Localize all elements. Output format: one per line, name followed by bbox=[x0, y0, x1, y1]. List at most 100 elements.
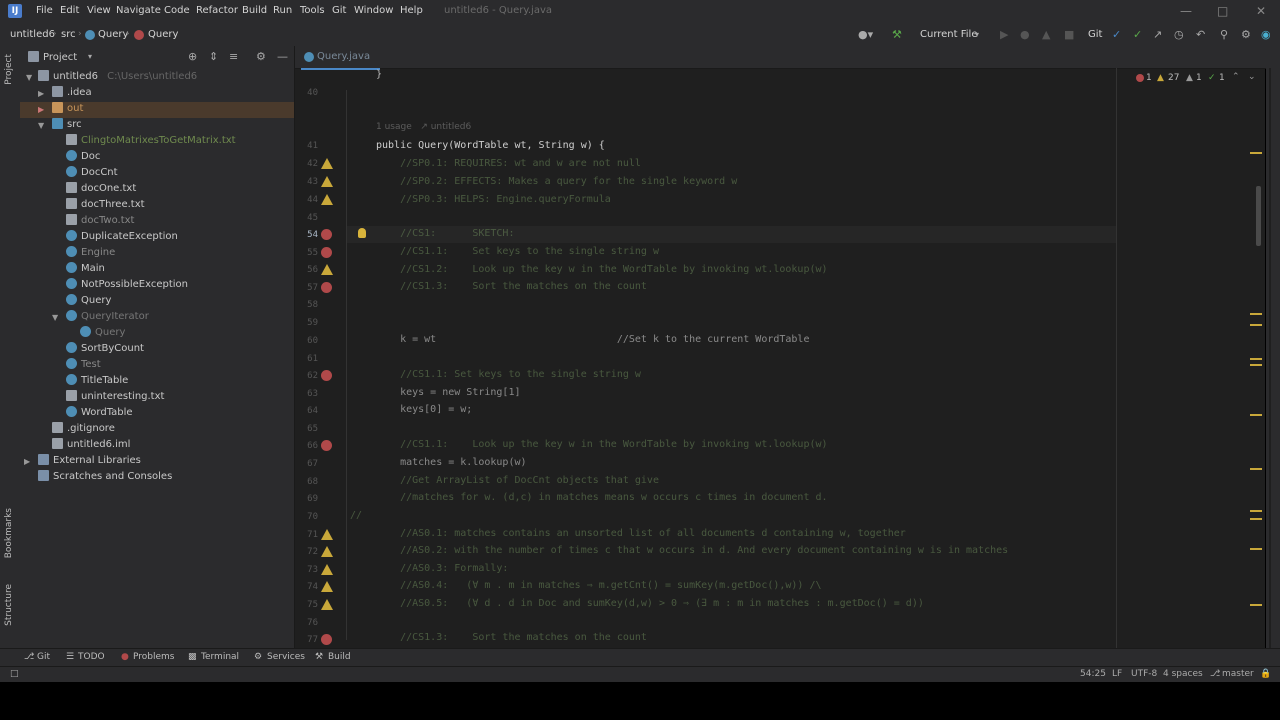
hide-panel-icon[interactable]: — bbox=[277, 50, 288, 63]
tree-item-class[interactable]: Engine bbox=[66, 246, 115, 262]
git-branch[interactable]: master bbox=[1222, 669, 1254, 679]
run-icon[interactable]: ▶ bbox=[1000, 28, 1008, 41]
user-icon[interactable]: ●▾ bbox=[858, 28, 873, 41]
tree-item-file[interactable]: .gitignore bbox=[52, 422, 115, 438]
tree-item-class[interactable]: Test bbox=[66, 358, 101, 374]
warning-icon[interactable] bbox=[321, 264, 333, 275]
tool-build[interactable]: Build bbox=[328, 652, 351, 662]
expand-all-icon[interactable]: ⇕ bbox=[209, 50, 218, 63]
warning-stripe-mark[interactable] bbox=[1250, 324, 1262, 326]
caret-position[interactable]: 54:25 bbox=[1080, 669, 1106, 679]
tree-item-class[interactable]: WordTable bbox=[66, 406, 133, 422]
usage-inlay-hint[interactable]: 1 usage ↗ untitled6 bbox=[376, 122, 471, 132]
warning-stripe-mark[interactable] bbox=[1250, 548, 1262, 550]
history-icon[interactable]: ◷ bbox=[1174, 28, 1184, 41]
warning-stripe-mark[interactable] bbox=[1250, 414, 1262, 416]
lock-icon[interactable]: 🔒 bbox=[1260, 669, 1271, 679]
code-line-constructor[interactable]: public Query(WordTable wt, String w) { bbox=[376, 140, 605, 151]
error-marker-icon[interactable] bbox=[321, 229, 332, 240]
tool-problems[interactable]: Problems bbox=[133, 652, 174, 662]
warning-stripe-mark[interactable] bbox=[1250, 358, 1262, 360]
tree-item-file[interactable]: ClingtoMatrixesToGetMatrix.txt bbox=[66, 134, 236, 150]
lightbulb-icon[interactable] bbox=[358, 228, 366, 238]
warning-stripe-mark[interactable] bbox=[1250, 518, 1262, 520]
locate-icon[interactable]: ⊕ bbox=[188, 50, 197, 63]
error-count[interactable]: 1 bbox=[1146, 73, 1152, 83]
tree-item-class[interactable]: Doc bbox=[66, 150, 100, 166]
code-line-comment[interactable]: //SP0.1: REQUIRES: wt and w are not null bbox=[376, 158, 641, 169]
tree-item-class[interactable]: Query bbox=[66, 294, 111, 310]
weak-warning-count[interactable]: 1 bbox=[1196, 73, 1202, 83]
code-line[interactable]: } bbox=[376, 69, 382, 80]
run-config-select[interactable]: Current File bbox=[920, 29, 977, 40]
warning-stripe-mark[interactable] bbox=[1250, 468, 1262, 470]
code-line-comment[interactable]: //AS0.4: (∀ m . m in matches ⇒ m.getCnt(… bbox=[376, 580, 821, 591]
tree-item-file[interactable]: uninteresting.txt bbox=[66, 390, 164, 406]
warning-icon[interactable] bbox=[321, 529, 333, 540]
tab-query-java[interactable]: Query.java bbox=[301, 46, 381, 70]
tool-terminal[interactable]: Terminal bbox=[201, 652, 239, 662]
search-icon[interactable]: ⚲ bbox=[1220, 28, 1228, 41]
tree-item-class[interactable]: NotPossibleException bbox=[66, 278, 188, 294]
tree-item-src[interactable]: src bbox=[52, 118, 82, 134]
tree-item-out[interactable]: out bbox=[52, 102, 83, 118]
plugin-icon[interactable]: ◉ bbox=[1261, 28, 1271, 41]
menu-help[interactable]: Help bbox=[400, 5, 423, 16]
tool-git[interactable]: Git bbox=[37, 652, 50, 662]
menu-edit[interactable]: Edit bbox=[60, 5, 79, 16]
gear-icon[interactable]: ⚙ bbox=[1241, 28, 1251, 41]
tree-item-scratches[interactable]: Scratches and Consoles bbox=[38, 470, 172, 486]
rollback-icon[interactable]: ↶ bbox=[1196, 28, 1205, 41]
tree-item-file[interactable]: docThree.txt bbox=[66, 198, 145, 214]
maximize-icon[interactable]: □ bbox=[1217, 4, 1228, 18]
code-line-comment[interactable]: //CS1.2: Look up the key w in the WordTa… bbox=[376, 264, 827, 275]
menu-navigate[interactable]: Navigate bbox=[116, 5, 161, 16]
menu-code[interactable]: Code bbox=[164, 5, 190, 16]
error-marker-icon[interactable] bbox=[321, 634, 332, 645]
breadcrumb-project[interactable]: untitled6 bbox=[10, 29, 55, 40]
collapse-all-icon[interactable]: ≡ bbox=[229, 50, 238, 63]
code-line-comment[interactable]: //AS0.1: matches contains an unsorted li… bbox=[376, 528, 906, 539]
editor-scrollbar[interactable] bbox=[1266, 68, 1280, 648]
warning-stripe-mark[interactable] bbox=[1250, 313, 1262, 315]
code-line-comment[interactable]: //AS0.2: with the number of times c that… bbox=[376, 545, 1008, 556]
menu-tools[interactable]: Tools bbox=[300, 5, 325, 16]
close-icon[interactable]: ✕ bbox=[1256, 4, 1266, 18]
error-marker-icon[interactable] bbox=[321, 440, 332, 451]
tree-item-class[interactable]: TitleTable bbox=[66, 374, 128, 390]
chevron-down-icon[interactable]: ▼ bbox=[38, 121, 44, 130]
tree-item-file[interactable]: untitled6.iml bbox=[52, 438, 130, 454]
warning-icon[interactable] bbox=[321, 176, 333, 187]
chevron-right-icon[interactable]: ▶ bbox=[38, 89, 44, 98]
code-line[interactable]: keys[0] = w; bbox=[376, 404, 472, 415]
error-marker-icon[interactable] bbox=[321, 282, 332, 293]
code-line[interactable]: k = wt //Set k to the current WordTable bbox=[376, 334, 809, 345]
warning-icon[interactable] bbox=[321, 599, 333, 610]
code-line-comment[interactable]: //AS0.5: (∀ d . d in Doc and sumKey(d,w)… bbox=[376, 598, 924, 609]
tool-todo[interactable]: TODO bbox=[78, 652, 105, 662]
menu-run[interactable]: Run bbox=[273, 5, 292, 16]
tree-root[interactable]: untitled6 C:\Users\untitled6 bbox=[38, 70, 197, 86]
tool-window-toggle-icon[interactable]: □ bbox=[10, 669, 19, 679]
line-separator[interactable]: LF bbox=[1112, 669, 1122, 679]
code-line[interactable]: keys = new String[1] bbox=[376, 387, 520, 398]
project-tool-button[interactable]: Project bbox=[4, 54, 14, 85]
ok-count[interactable]: 1 bbox=[1219, 73, 1225, 83]
tree-item-class[interactable]: Query bbox=[80, 326, 125, 342]
chevron-down-icon[interactable]: ▾ bbox=[88, 52, 92, 61]
code-line[interactable]: matches = k.lookup(w) bbox=[376, 457, 526, 468]
warning-stripe-mark[interactable] bbox=[1250, 510, 1262, 512]
warning-stripe-mark[interactable] bbox=[1250, 364, 1262, 366]
warning-stripe-mark[interactable] bbox=[1250, 152, 1262, 154]
chevron-down-icon[interactable]: ▼ bbox=[52, 313, 58, 322]
code-line-comment[interactable]: //CS1.1: Look up the key w in the WordTa… bbox=[376, 439, 827, 450]
menu-file[interactable]: File bbox=[36, 5, 53, 16]
menu-window[interactable]: Window bbox=[354, 5, 393, 16]
code-line-comment[interactable]: //SP0.3: HELPS: Engine.queryFormula bbox=[376, 194, 611, 205]
menu-git[interactable]: Git bbox=[332, 5, 346, 16]
chevron-right-icon[interactable]: ▶ bbox=[24, 457, 30, 466]
bookmarks-tool-button[interactable]: Bookmarks bbox=[4, 508, 14, 558]
warning-stripe-mark[interactable] bbox=[1250, 604, 1262, 606]
tree-item-file[interactable]: docOne.txt bbox=[66, 182, 136, 198]
warning-icon[interactable] bbox=[321, 158, 333, 169]
